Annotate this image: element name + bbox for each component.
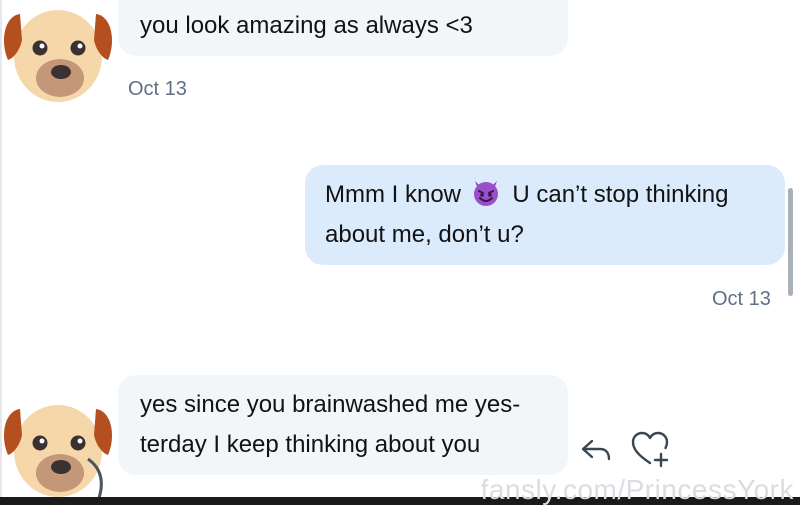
message-bubble-incoming[interactable]: you look amazing as always <3 xyxy=(118,0,568,56)
dog-face-icon xyxy=(4,405,112,502)
message-text: yes since you brainwashed me yes- xyxy=(140,391,521,418)
message-text: terday I keep thinking about you xyxy=(140,431,481,458)
message-text: U can’t stop thinking xyxy=(512,181,729,208)
chat-screen: you look amazing as always <3 Oct 13 Mmm… xyxy=(0,0,800,505)
message-timestamp: Oct 13 xyxy=(712,288,771,310)
reply-arrow-icon[interactable] xyxy=(578,432,614,468)
message-bubble-outgoing[interactable]: Mmm I know U can’t stop thinking about m… xyxy=(305,165,785,265)
watermark-text: fansly.com/PrincessYork xyxy=(480,474,794,505)
smiling-devil-emoji-icon xyxy=(470,176,502,208)
message-text: you look amazing as always <3 xyxy=(140,12,473,39)
message-text: Mmm I know xyxy=(325,181,462,208)
message-text: about me, don’t u? xyxy=(325,221,524,248)
message-line: Mmm I know U can’t stop thinking xyxy=(325,175,765,215)
message-timestamp: Oct 13 xyxy=(128,78,187,100)
scrollbar-thumb[interactable] xyxy=(788,188,793,296)
message-bubble-incoming[interactable]: yes since you brainwashed me yes- terday… xyxy=(118,375,568,475)
dog-face-icon xyxy=(4,10,112,102)
sender-avatar-dog-icon[interactable] xyxy=(2,395,114,503)
heart-plus-icon[interactable] xyxy=(630,430,672,470)
sender-avatar-dog-icon[interactable] xyxy=(2,0,114,108)
